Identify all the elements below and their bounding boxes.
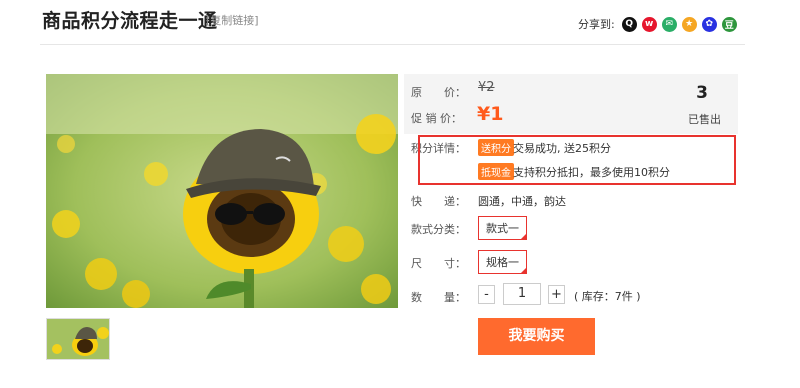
qq-icon[interactable]: Q [621,16,637,32]
size-option-1[interactable]: 规格一 [478,250,527,274]
douban-icon[interactable]: 豆 [721,16,737,32]
weibo-icon[interactable]: w [641,16,657,32]
product-thumbnail[interactable] [46,318,110,360]
style-option-label: 款式一 [486,222,519,235]
stock-info: ( 库存：7件 ) [574,290,641,303]
buy-now-button[interactable]: 我要购买 [478,318,595,355]
original-price-label: 原 价： [411,86,466,99]
quantity-label: 数 量： [411,291,466,304]
points-tag-earn: 送积分 [478,139,514,156]
points-earn-text: 交易成功, 送25积分 [513,142,611,155]
quantity-minus-button[interactable]: - [478,285,495,304]
header-divider [40,44,745,45]
product-main-image[interactable] [46,74,398,308]
size-label: 尺 寸： [411,257,466,270]
promo-price: ¥1 [477,103,504,125]
style-option-1[interactable]: 款式一 [478,216,527,240]
share-label: 分享到: [578,18,615,31]
wechat-icon[interactable]: ✉ [661,16,677,32]
points-tag-deduct: 抵现金 [478,163,514,180]
baidu-icon[interactable]: ✿ [701,16,717,32]
quantity-plus-button[interactable]: + [548,285,565,304]
qzone-icon[interactable]: ★ [681,16,697,32]
page-title: 商品积分流程走一通 [42,10,218,32]
sold-label: 已售出 [688,113,721,126]
copy-link[interactable]: [复制链接] [206,12,259,28]
selected-corner-icon [520,233,527,240]
express-value: 圆通，中通，韵达 [478,195,566,208]
promo-price-label: 促 销 价： [411,112,462,125]
share-bar: 分享到: Q w ✉ ★ ✿ 豆 [578,16,737,32]
original-price: ¥2 [478,80,495,95]
style-label: 款式分类： [411,223,466,236]
size-option-label: 规格一 [486,256,519,269]
points-deduct-text: 支持积分抵扣，最多使用10积分 [513,166,670,179]
selected-corner-icon [520,267,527,274]
sold-count: 3 [696,83,708,103]
express-label: 快 递： [411,195,466,208]
quantity-input[interactable]: 1 [503,283,541,305]
